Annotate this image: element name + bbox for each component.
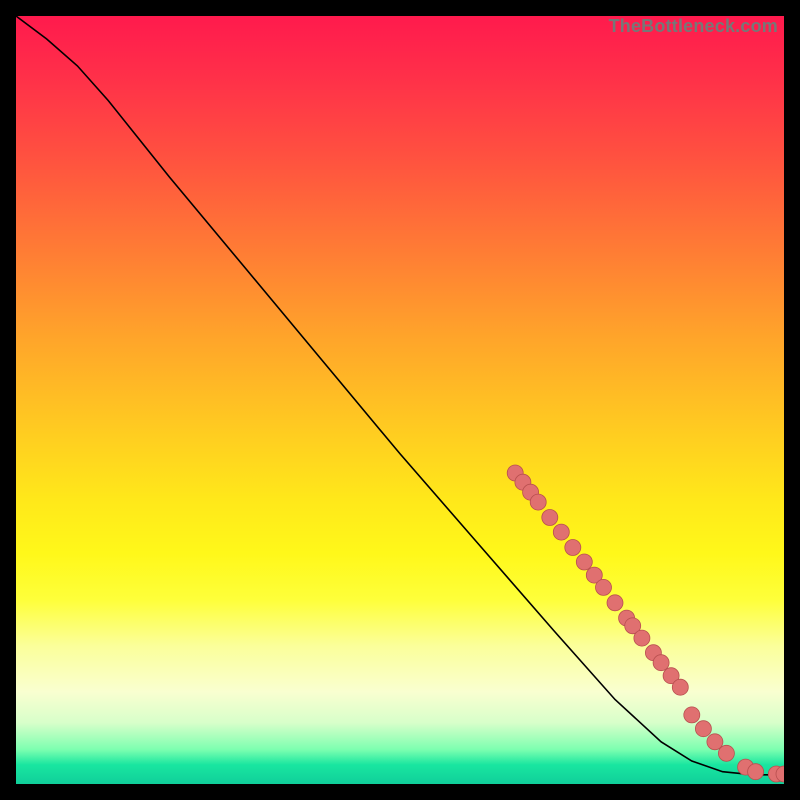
chart-marker [596, 579, 612, 595]
plot-area: TheBottleneck.com [16, 16, 784, 784]
chart-marker [748, 764, 764, 780]
chart-marker [718, 745, 734, 761]
chart-stage: TheBottleneck.com [0, 0, 800, 800]
chart-marker [672, 679, 688, 695]
chart-marker [684, 707, 700, 723]
chart-marker [565, 540, 581, 556]
chart-marker [553, 524, 569, 540]
chart-markers-group [507, 465, 784, 782]
chart-marker [607, 595, 623, 611]
chart-marker [634, 630, 650, 646]
chart-marker [653, 655, 669, 671]
chart-marker [576, 554, 592, 570]
chart-marker [695, 721, 711, 737]
chart-marker [530, 494, 546, 510]
chart-overlay-svg [16, 16, 784, 784]
chart-marker [542, 510, 558, 526]
